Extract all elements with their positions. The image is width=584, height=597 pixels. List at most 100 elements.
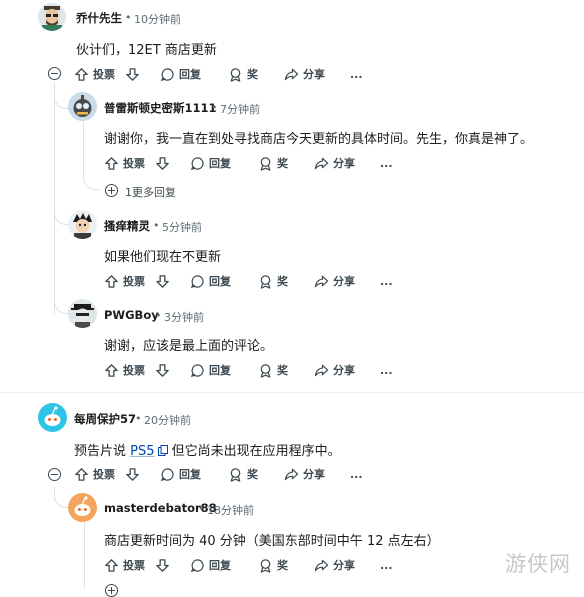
thread-branch <box>54 212 69 225</box>
meta-separator: • <box>125 11 132 24</box>
reply-button[interactable]: 回复 <box>190 272 231 290</box>
reply-button[interactable]: 回复 <box>190 154 231 172</box>
award-button[interactable]: 奖 <box>228 465 258 483</box>
share-button[interactable]: 分享 <box>314 154 355 172</box>
reply-icon <box>190 363 204 377</box>
expand-replies-button[interactable] <box>105 184 118 197</box>
reply-icon <box>160 467 174 481</box>
upvote-icon <box>105 363 118 377</box>
downvote-icon <box>126 467 139 481</box>
share-button[interactable]: 分享 <box>314 556 355 574</box>
collapse-thread-button[interactable] <box>48 67 61 80</box>
upvote-icon <box>105 274 118 288</box>
reply-label: 回复 <box>179 468 201 481</box>
upvote-button[interactable]: 投票 <box>104 556 145 574</box>
award-icon <box>260 274 271 289</box>
share-icon <box>314 275 329 287</box>
avatar[interactable] <box>38 3 66 31</box>
downvote-button[interactable] <box>155 272 170 290</box>
reply-button[interactable]: 回复 <box>160 465 201 483</box>
downvote-button[interactable] <box>155 556 170 574</box>
upvote-label: 投票 <box>123 157 145 170</box>
share-icon <box>314 364 329 376</box>
upvote-label: 投票 <box>123 559 145 572</box>
reply-label: 回复 <box>209 275 231 288</box>
more-options-button[interactable]: ... <box>380 272 393 290</box>
reply-button[interactable]: 回复 <box>160 65 201 83</box>
downvote-button[interactable] <box>155 361 170 379</box>
upvote-button[interactable]: 投票 <box>104 361 145 379</box>
more-options-icon: ... <box>350 467 363 481</box>
avatar[interactable] <box>68 92 97 121</box>
award-label: 奖 <box>277 559 288 572</box>
more-options-icon: ... <box>380 363 393 377</box>
award-icon <box>260 363 271 378</box>
reply-icon <box>190 274 204 288</box>
more-replies-link[interactable]: 1更多回复 <box>125 184 176 200</box>
share-icon <box>314 559 329 571</box>
comment-actions: 投票 回复 奖 分享 ... <box>104 556 393 574</box>
upvote-button[interactable]: 投票 <box>104 272 145 290</box>
more-options-button[interactable]: ... <box>350 465 363 483</box>
avatar[interactable] <box>68 299 97 328</box>
watermark: 游侠网 <box>505 552 571 576</box>
upvote-button[interactable]: 投票 <box>104 154 145 172</box>
upvote-button[interactable]: 投票 <box>74 65 115 83</box>
avatar[interactable] <box>38 403 67 432</box>
more-options-icon: ... <box>350 67 363 81</box>
comment-author[interactable]: 搔痒精灵 <box>104 218 150 234</box>
more-options-button[interactable]: ... <box>380 154 393 172</box>
comment-author[interactable]: 普雷斯顿史密斯1111 <box>104 100 217 116</box>
more-options-button[interactable]: ... <box>380 361 393 379</box>
more-options-button[interactable]: ... <box>350 65 363 83</box>
comment-author[interactable]: 乔什先生 <box>76 10 122 26</box>
comment-actions: 投票 回复 奖 分享 ... <box>74 65 374 83</box>
comment-text: 谢谢，应该是最上面的评论。 <box>104 339 274 354</box>
share-label: 分享 <box>333 157 355 170</box>
reply-button[interactable]: 回复 <box>190 556 231 574</box>
collapse-thread-button[interactable] <box>48 468 61 481</box>
award-button[interactable]: 奖 <box>258 556 288 574</box>
expand-replies-button[interactable] <box>105 584 118 597</box>
comment-text-after: 但它尚未出现在应用程序中。 <box>167 444 341 459</box>
comment-actions: 投票 回复 奖 分享 ... <box>104 272 393 290</box>
award-icon <box>260 558 271 573</box>
comment-time: 5分钟前 <box>162 221 202 234</box>
award-button[interactable]: 奖 <box>258 361 288 379</box>
award-button[interactable]: 奖 <box>228 65 258 83</box>
share-label: 分享 <box>303 68 325 81</box>
award-button[interactable]: 奖 <box>258 154 288 172</box>
reply-icon <box>160 67 174 81</box>
comment-text: 如果他们现在不更新 <box>104 250 222 265</box>
avatar[interactable] <box>68 210 97 239</box>
avatar[interactable] <box>68 493 97 522</box>
upvote-button[interactable]: 投票 <box>74 465 115 483</box>
share-button[interactable]: 分享 <box>314 361 355 379</box>
share-icon <box>284 68 299 80</box>
more-options-button[interactable]: ... <box>380 556 393 574</box>
share-button[interactable]: 分享 <box>314 272 355 290</box>
share-label: 分享 <box>333 275 355 288</box>
share-icon <box>314 157 329 169</box>
reply-button[interactable]: 回复 <box>190 361 231 379</box>
share-label: 分享 <box>333 364 355 377</box>
downvote-icon <box>156 156 169 170</box>
thread-line <box>54 82 55 314</box>
share-button[interactable]: 分享 <box>284 65 325 83</box>
downvote-button[interactable] <box>155 154 170 172</box>
share-label: 分享 <box>333 559 355 572</box>
comment-author[interactable]: 每周保护57 <box>74 411 136 427</box>
copy-icon[interactable] <box>157 445 168 456</box>
comment-author[interactable]: PWGBoy <box>104 308 159 322</box>
share-button[interactable]: 分享 <box>284 465 325 483</box>
meta-separator: • <box>155 309 162 322</box>
thread-line <box>83 122 84 180</box>
downvote-button[interactable] <box>125 465 140 483</box>
share-label: 分享 <box>303 468 325 481</box>
downvote-button[interactable] <box>125 65 140 83</box>
award-button[interactable]: 奖 <box>258 272 288 290</box>
ps5-link[interactable]: PS5 <box>130 444 154 459</box>
reply-icon <box>190 558 204 572</box>
award-icon <box>230 67 241 82</box>
award-label: 奖 <box>277 364 288 377</box>
